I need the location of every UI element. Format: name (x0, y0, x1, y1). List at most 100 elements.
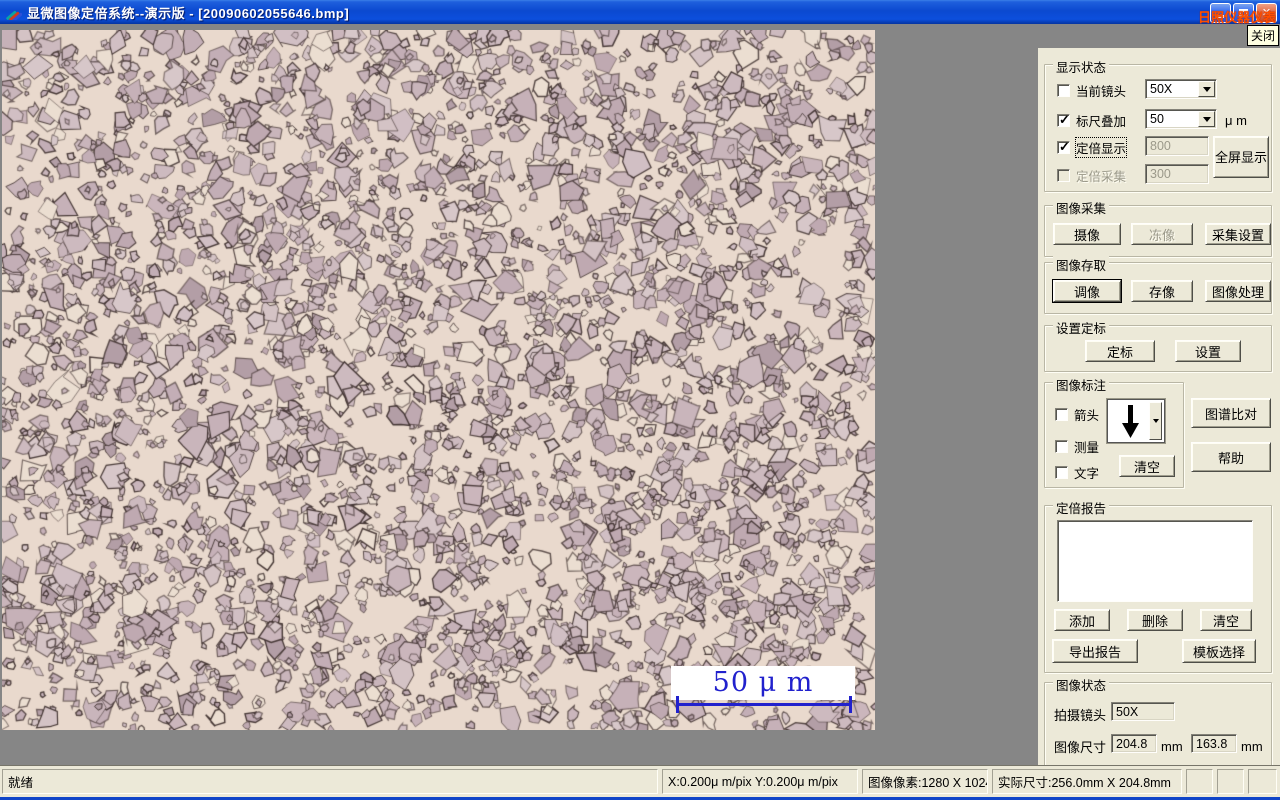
scale-bar-tick-left (676, 696, 679, 713)
fixed-display-value: 800 (1150, 139, 1171, 153)
fixed-display-input: 800 (1145, 136, 1209, 156)
image-width-field: 204.8 (1111, 734, 1157, 753)
group-storage-legend: 图像存取 (1053, 255, 1110, 274)
status-bar: 就绪 X:0.200μ m/pix Y:0.200μ m/pix 图像像素:12… (0, 765, 1280, 797)
window-title: 显微图像定倍系统--演示版 - [20090602055646.bmp] (27, 5, 350, 21)
fixed-display-checkbox[interactable] (1057, 139, 1070, 155)
scale-bar-label: 50 μ m (671, 666, 855, 700)
image-height-field: 163.8 (1191, 734, 1237, 753)
lens-used-value: 50X (1116, 704, 1139, 719)
group-annotation-legend: 图像标注 (1053, 375, 1110, 394)
current-lens-checkbox-row[interactable]: 当前镜头 (1057, 81, 1126, 100)
save-image-button[interactable]: 存像 (1131, 280, 1193, 302)
current-lens-combo[interactable]: 50X (1145, 79, 1217, 99)
fixed-display-label: 定倍显示 (1074, 137, 1128, 158)
group-calibration-legend: 设置定标 (1053, 318, 1110, 337)
chevron-down-icon (1202, 86, 1211, 92)
minimize-button[interactable] (1210, 3, 1231, 23)
lens-used-field: 50X (1111, 702, 1175, 721)
status-image-pixels: 图像像素:1280 X 1024 (862, 769, 988, 794)
status-actual-size: 实际尺寸:256.0mm X 204.8mm (992, 769, 1182, 794)
load-image-button[interactable]: 调像 (1052, 279, 1122, 303)
group-display-status: 显示状态 当前镜头 50X 标尺叠加 50 μ m 定倍显示 (1044, 57, 1272, 192)
group-display-status-legend: 显示状态 (1053, 57, 1110, 76)
down-arrow-icon (1120, 405, 1142, 442)
fullscreen-button[interactable]: 全屏显示 (1213, 136, 1269, 178)
export-report-button[interactable]: 导出报告 (1052, 639, 1138, 663)
freeze-button: 冻像 (1131, 223, 1193, 245)
scale-bar-tick-right (849, 696, 852, 713)
restore-button[interactable] (1233, 3, 1254, 23)
group-report-legend: 定倍报告 (1053, 498, 1110, 517)
calibrate-button[interactable]: 定标 (1085, 340, 1155, 362)
group-capture-legend: 图像采集 (1053, 198, 1110, 217)
arrow-checkbox[interactable] (1055, 408, 1068, 421)
measure-label: 测量 (1074, 441, 1100, 455)
app-icon (4, 4, 23, 22)
group-annotation: 图像标注 箭头 测量 文字 清空 (1044, 375, 1184, 488)
fixed-capture-checkbox-row: 定倍采集 (1057, 166, 1126, 185)
calibration-set-button[interactable]: 设置 (1175, 340, 1241, 362)
current-lens-checkbox[interactable] (1057, 84, 1070, 97)
client-area: 50 μ m 显示状态 当前镜头 50X 标尺叠加 50 (0, 24, 1280, 789)
text-checkbox-row[interactable]: 文字 (1055, 463, 1099, 482)
atlas-compare-button[interactable]: 图谱比对 (1191, 398, 1271, 428)
ruler-value: 50 (1150, 112, 1164, 126)
close-button[interactable]: ✕ (1256, 3, 1277, 23)
title-bar: 显微图像定倍系统--演示版 - [20090602055646.bmp] ✕ (0, 0, 1280, 24)
annotation-clear-button[interactable]: 清空 (1119, 455, 1175, 477)
ruler-unit-label: μ m (1225, 113, 1247, 128)
ruler-checkbox[interactable] (1057, 112, 1070, 128)
scale-bar-line (676, 703, 852, 706)
arrow-style-combo-arrow[interactable] (1149, 402, 1162, 440)
control-panel: 显示状态 当前镜头 50X 标尺叠加 50 μ m 定倍显示 (1038, 48, 1280, 789)
minimize-icon (1215, 15, 1224, 18)
close-tooltip: 关闭 (1247, 25, 1280, 46)
text-checkbox[interactable] (1055, 466, 1068, 479)
fixed-capture-input: 300 (1145, 164, 1209, 184)
arrow-label: 箭头 (1074, 409, 1100, 423)
group-capture: 图像采集 摄像 冻像 采集设置 (1044, 198, 1272, 257)
fixed-capture-label: 定倍采集 (1076, 170, 1127, 184)
image-width-value: 204.8 (1116, 736, 1148, 751)
report-clear-button[interactable]: 清空 (1200, 609, 1252, 631)
process-image-button[interactable]: 图像处理 (1205, 280, 1271, 302)
arrow-style-combo[interactable] (1107, 399, 1165, 443)
report-listbox[interactable] (1057, 520, 1253, 602)
group-image-status: 图像状态 拍摄镜头 50X 图像尺寸 204.8 mm 163.8 mm (1044, 675, 1272, 770)
group-image-status-legend: 图像状态 (1053, 675, 1110, 694)
ruler-combo-arrow[interactable] (1198, 111, 1215, 127)
shoot-button[interactable]: 摄像 (1053, 223, 1121, 245)
current-lens-value: 50X (1150, 82, 1173, 96)
help-button[interactable]: 帮助 (1191, 442, 1271, 472)
group-report: 定倍报告 添加 删除 清空 导出报告 模板选择 (1044, 498, 1272, 673)
capture-settings-button[interactable]: 采集设置 (1205, 223, 1271, 245)
image-height-value: 163.8 (1196, 736, 1228, 751)
chevron-down-icon (1202, 116, 1211, 122)
ruler-checkbox-row[interactable]: 标尺叠加 (1057, 111, 1126, 130)
current-lens-combo-arrow[interactable] (1198, 81, 1215, 97)
status-ready: 就绪 (2, 769, 658, 794)
restore-icon (1239, 9, 1248, 17)
template-select-button[interactable]: 模板选择 (1182, 639, 1256, 663)
ruler-combo[interactable]: 50 (1145, 109, 1217, 129)
status-empty-1 (1186, 769, 1213, 794)
micrograph-image[interactable] (2, 30, 875, 730)
fixed-capture-checkbox (1057, 169, 1070, 182)
image-height-unit: mm (1241, 739, 1263, 754)
status-empty-2 (1217, 769, 1244, 794)
status-pixel-scale: X:0.200μ m/pix Y:0.200μ m/pix (662, 769, 858, 794)
group-storage: 图像存取 调像 存像 图像处理 (1044, 255, 1272, 314)
fixed-display-checkbox-row[interactable]: 定倍显示 (1057, 137, 1128, 158)
report-delete-button[interactable]: 删除 (1127, 609, 1183, 631)
image-size-label: 图像尺寸 (1054, 740, 1107, 755)
lens-used-label: 拍摄镜头 (1054, 708, 1107, 723)
measure-checkbox-row[interactable]: 测量 (1055, 437, 1099, 456)
text-label: 文字 (1074, 467, 1100, 481)
micrograph-viewport[interactable]: 50 μ m (2, 30, 875, 730)
arrow-checkbox-row[interactable]: 箭头 (1055, 405, 1099, 424)
measure-checkbox[interactable] (1055, 440, 1068, 453)
image-width-unit: mm (1161, 739, 1183, 754)
report-add-button[interactable]: 添加 (1054, 609, 1110, 631)
status-empty-3 (1248, 769, 1277, 794)
